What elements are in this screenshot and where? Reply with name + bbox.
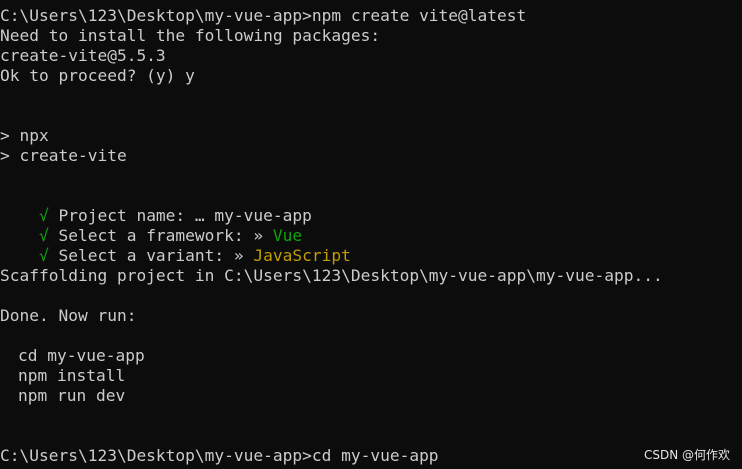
done-line: Done. Now run: xyxy=(0,306,137,325)
package-name: create-vite@5.5.3 xyxy=(0,46,166,65)
project-name-line: √ Project name: … my-vue-app xyxy=(0,186,312,225)
variant-label: Select a variant: » xyxy=(48,246,254,265)
create-vite-line: > create-vite xyxy=(0,146,127,165)
npm-install-instruction: npm install xyxy=(18,366,126,385)
cd-instruction: cd my-vue-app xyxy=(18,346,145,365)
command-npm-create: C:\Users\123\Desktop\my-vue-app>npm crea… xyxy=(0,6,527,25)
install-notice: Need to install the following packages: xyxy=(0,26,381,45)
csdn-watermark: CSDN @何作欢 xyxy=(643,448,730,462)
command-cd: C:\Users\123\Desktop\my-vue-app>cd my-vu… xyxy=(0,446,439,465)
npx-line: > npx xyxy=(0,126,49,145)
framework-line: √ Select a framework: » Vue xyxy=(0,206,302,245)
terminal-window[interactable]: C:\Users\123\Desktop\my-vue-app>npm crea… xyxy=(0,0,742,469)
npm-run-dev-instruction: npm run dev xyxy=(18,386,126,405)
proceed-prompt: Ok to proceed? (y) y xyxy=(0,66,195,85)
scaffolding-line: Scaffolding project in C:\Users\123\Desk… xyxy=(0,266,663,285)
check-icon: √ xyxy=(38,246,49,265)
variant-line: √ Select a variant: » JavaScript xyxy=(0,226,351,265)
variant-value: JavaScript xyxy=(253,246,351,265)
